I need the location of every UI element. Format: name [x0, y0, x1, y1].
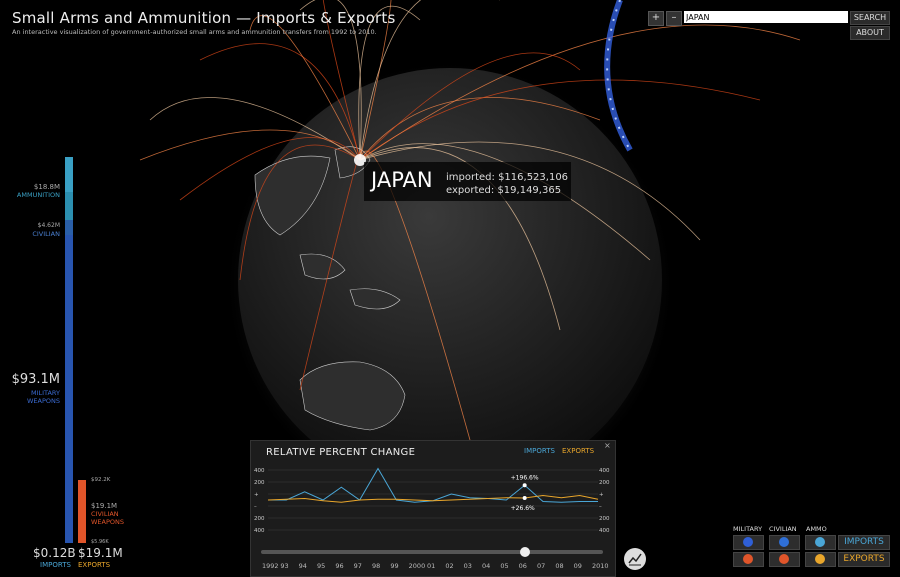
y-tick-right: 400	[599, 468, 610, 474]
imports-civilian-segment[interactable]	[65, 220, 73, 235]
zoom-in-button[interactable]: +	[648, 11, 664, 26]
col-civilian: CIVILIAN	[769, 525, 797, 533]
ammo-value: $18.8M	[33, 183, 60, 191]
exports-bottom-value: $5.96K	[91, 539, 109, 545]
y-tick-right: 200	[599, 516, 610, 522]
year-label: 04	[482, 562, 491, 570]
import-ammo-checkbox[interactable]	[805, 535, 836, 550]
exports-civilian-label-2: WEAPONS	[91, 518, 125, 526]
check-icon	[779, 537, 789, 547]
year-label: 96	[335, 562, 344, 570]
legend-exports[interactable]: EXPORTS	[562, 447, 594, 455]
y-tick-left: 200	[254, 480, 265, 486]
exports-civilian-segment[interactable]	[78, 480, 86, 543]
zoom-out-button[interactable]: –	[666, 11, 682, 26]
country-stats: imported: $116,523,106 exported: $19,149…	[446, 171, 568, 197]
series-line-imports	[268, 467, 598, 503]
imported-value: imported: $116,523,106	[446, 172, 569, 183]
highlight-point	[522, 483, 527, 488]
check-icon	[743, 537, 753, 547]
year-label: 99	[390, 562, 399, 570]
check-icon	[779, 554, 789, 564]
military-label-2: WEAPONS	[26, 397, 60, 405]
y-tick-left: –	[254, 504, 257, 510]
export-civilian-checkbox[interactable]	[769, 552, 800, 567]
year-label: 07	[537, 562, 546, 570]
military-label-1: MILITARY	[30, 389, 60, 397]
y-tick-right: +	[599, 492, 604, 498]
search-input[interactable]	[684, 11, 848, 23]
year-label: 06	[518, 562, 527, 570]
check-icon	[815, 537, 825, 547]
year-label: 08	[555, 562, 564, 570]
year-slider-track[interactable]	[261, 550, 603, 554]
country-name: JAPAN	[371, 168, 433, 192]
app-subtitle: An interactive visualization of governme…	[12, 28, 377, 36]
year-slider-handle[interactable]	[519, 547, 530, 557]
imports-total-label: IMPORTS	[40, 561, 71, 569]
year-label: 2000	[408, 562, 426, 570]
legend-imports[interactable]: IMPORTS	[524, 447, 555, 455]
y-tick-right: 200	[599, 480, 610, 486]
import-civilian-checkbox[interactable]	[769, 535, 800, 550]
check-icon	[815, 554, 825, 564]
y-tick-left: +	[254, 492, 259, 498]
year-label: 94	[298, 562, 307, 570]
year-label: 01	[427, 562, 436, 570]
app-title: Small Arms and Ammunition — Imports & Ex…	[12, 9, 396, 27]
check-icon	[743, 554, 753, 564]
export-military-checkbox[interactable]	[733, 552, 764, 567]
exports-civilian-value: $19.1M	[91, 502, 118, 510]
imports-ammunition-segment[interactable]	[65, 157, 73, 192]
export-ammo-checkbox[interactable]	[805, 552, 836, 567]
import-military-checkbox[interactable]	[733, 535, 764, 550]
year-label: 09	[573, 562, 582, 570]
year-label: 02	[445, 562, 454, 570]
globe	[238, 68, 662, 492]
military-value: $93.1M	[11, 372, 60, 387]
civilian-value: $4.62M	[37, 222, 60, 229]
line-chart-icon[interactable]	[624, 548, 646, 570]
imports-ammo-lower-segment	[65, 192, 73, 220]
imports-total: $0.12B	[33, 546, 76, 560]
imports-military-segment[interactable]	[65, 235, 73, 543]
year-label: 97	[353, 562, 362, 570]
col-military: MILITARY	[733, 525, 763, 533]
exports-top-value: $92.2K	[91, 477, 111, 483]
exports-total-label: EXPORTS	[78, 561, 111, 569]
exports-total: $19.1M	[78, 546, 123, 560]
imports-button[interactable]: IMPORTS	[838, 535, 890, 550]
year-label: 93	[280, 562, 289, 570]
year-label: 03	[463, 562, 472, 570]
y-tick-right: –	[599, 504, 602, 510]
year-label: 2010	[592, 562, 609, 570]
exports-button[interactable]: EXPORTS	[838, 552, 890, 567]
exported-value: exported: $19,149,365	[446, 185, 562, 196]
annotation-label: +26.6%	[511, 505, 535, 512]
annotation-label: +196.6%	[511, 474, 539, 481]
year-label: 98	[372, 562, 381, 570]
year-label: 95	[317, 562, 326, 570]
civilian-label: CIVILIAN	[32, 230, 60, 238]
col-ammo: AMMO	[806, 525, 827, 533]
relative-change-chart: 400 400 200 200 + + – – 200 200 400 400 +196.6% +26.…	[254, 467, 610, 534]
exports-civilian-label-1: CIVILIAN	[91, 510, 119, 518]
y-tick-left: 200	[254, 516, 265, 522]
y-tick-left: 400	[254, 468, 265, 474]
ammo-label: AMMUNITION	[16, 191, 60, 199]
panel-title: RELATIVE PERCENT CHANGE	[266, 447, 416, 458]
year-label: 1992	[262, 562, 279, 570]
y-tick-right: 400	[599, 528, 610, 534]
about-button[interactable]: ABOUT	[850, 26, 890, 40]
year-label: 05	[500, 562, 509, 570]
search-button[interactable]: SEARCH	[850, 11, 890, 25]
y-tick-left: 400	[254, 528, 265, 534]
close-icon[interactable]: ×	[604, 441, 611, 450]
highlight-point	[522, 496, 527, 501]
